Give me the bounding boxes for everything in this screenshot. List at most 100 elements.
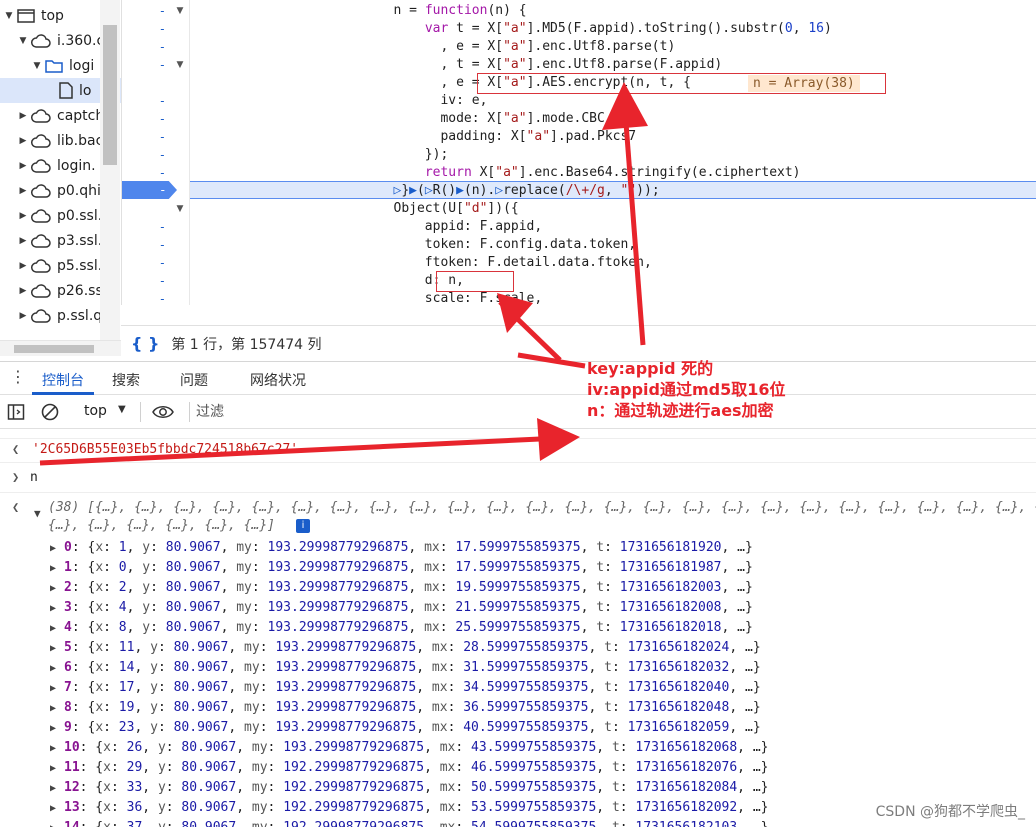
expand-arrow-icon[interactable]: ▶ <box>50 803 56 814</box>
array-item-row[interactable]: ▶ 2: {x: 2, y: 80.9067, my: 193.299987792… <box>0 580 1036 598</box>
punct: : <box>157 720 174 735</box>
tab-issues[interactable]: 问题 <box>180 370 208 390</box>
line-marker[interactable]: - <box>122 146 192 164</box>
line-marker[interactable]: - <box>122 290 192 305</box>
input-expression[interactable]: n <box>30 470 38 485</box>
info-icon[interactable]: i <box>296 519 310 533</box>
collapsed-arrow-icon[interactable]: ▶ <box>18 286 28 296</box>
expand-arrow-icon[interactable]: ▶ <box>50 783 56 794</box>
array-item-row[interactable]: ▶ 0: {x: 1, y: 80.9067, my: 193.299987792… <box>0 540 1036 558</box>
line-marker[interactable]: - <box>122 254 192 272</box>
pretty-print-icon[interactable]: { } <box>131 334 159 353</box>
array-item-row[interactable]: ▶ 8: {x: 19, y: 80.9067, my: 193.29998779… <box>0 700 1036 718</box>
collapsed-arrow-icon[interactable]: ▶ <box>18 186 28 196</box>
line-marker[interactable]: - <box>122 218 192 236</box>
result-string[interactable]: '2C65D6B55E03Eb5fbbdc724518b67c27' <box>32 442 298 457</box>
expand-arrow-icon[interactable]: ▼ <box>4 11 14 21</box>
live-expression-eye-icon[interactable] <box>152 404 174 424</box>
code-line: d: n, <box>190 273 464 288</box>
expand-arrow-icon[interactable]: ▼ <box>32 61 42 71</box>
expand-arrow-icon[interactable]: ▶ <box>50 643 56 654</box>
collapsed-arrow-icon[interactable]: ▶ <box>18 211 28 221</box>
prop-name: x <box>103 800 111 815</box>
expand-arrow-icon[interactable]: ▶ <box>50 763 56 774</box>
punct: , <box>220 600 237 615</box>
current-line-marker[interactable]: - <box>122 181 177 199</box>
expand-arrow-icon[interactable]: ▶ <box>50 603 56 614</box>
line-marker[interactable]: - <box>122 110 192 128</box>
line-marker[interactable]: - <box>122 164 192 182</box>
clear-console-icon[interactable] <box>41 403 59 425</box>
expand-arrow-icon[interactable]: ▶ <box>50 823 56 827</box>
expand-arrow-icon[interactable]: ▶ <box>50 583 56 594</box>
prop-name: y <box>157 760 166 775</box>
array-item-row[interactable]: ▶ 9: {x: 23, y: 80.9067, my: 193.29998779… <box>0 720 1036 738</box>
array-item-row[interactable]: ▶ 7: {x: 17, y: 80.9067, my: 193.29998779… <box>0 680 1036 698</box>
expand-arrow-icon[interactable]: ▶ <box>50 723 56 734</box>
tree-item-label: p0.qhi <box>57 182 101 199</box>
collapsed-arrow-icon[interactable]: ▶ <box>18 236 28 246</box>
array-summary-row[interactable]: ❮ ▼ (38) [{…}, {…}, {…}, {…}, {…}, {…}, … <box>0 500 1036 520</box>
collapsed-arrow-icon[interactable]: ▶ <box>18 261 28 271</box>
array-item-row[interactable]: ▶ 5: {x: 11, y: 80.9067, my: 193.29998779… <box>0 640 1036 658</box>
tree-item-label: i.360.c <box>57 32 105 49</box>
expand-arrow-icon[interactable]: ▶ <box>50 623 56 634</box>
array-summary: (38) [{…}, {…}, {…}, {…}, {…}, {…}, {…},… <box>48 500 1036 515</box>
expand-arrow-icon[interactable]: ▶ <box>50 663 56 674</box>
code-editor[interactable]: - ▼ - - - ▼ - - - - - - ▼ - - - - - n = … <box>121 0 1036 305</box>
line-marker[interactable]: - <box>122 236 192 254</box>
expand-arrow-icon[interactable]: ▼ <box>18 36 28 46</box>
collapsed-arrow-icon[interactable]: ▶ <box>18 111 28 121</box>
line-marker[interactable]: - <box>122 20 192 38</box>
collapsed-arrow-icon[interactable]: ▶ <box>18 311 28 321</box>
fold-arrow-icon[interactable]: ▼ <box>174 56 186 74</box>
value-mx: 53.5999755859375 <box>471 800 597 815</box>
item-index: 10 <box>64 740 80 755</box>
tab-search[interactable]: 搜索 <box>112 370 140 390</box>
tree-item-label: logi <box>69 57 95 74</box>
tab-network-conditions[interactable]: 网络状况 <box>250 370 306 390</box>
tree-horizontal-scrollbar[interactable] <box>0 340 121 356</box>
punct: , <box>142 740 158 755</box>
array-item-row[interactable]: ▶ 3: {x: 4, y: 80.9067, my: 193.299987792… <box>0 600 1036 618</box>
expand-arrow-icon[interactable]: ▶ <box>50 743 56 754</box>
array-item-row[interactable]: ▶ 11: {x: 29, y: 80.9067, my: 192.2999877… <box>0 760 1036 778</box>
array-item-row[interactable]: ▶ 12: {x: 33, y: 80.9067, my: 192.2999877… <box>0 780 1036 798</box>
more-menu-icon[interactable]: ⋮ <box>10 369 26 385</box>
prop-name: my <box>236 560 252 575</box>
array-item-row[interactable]: ▶ 6: {x: 14, y: 80.9067, my: 193.29998779… <box>0 660 1036 678</box>
value-my: 193.29998779296875 <box>275 700 417 715</box>
tree-horizontal-scrollbar-thumb[interactable] <box>14 345 94 353</box>
prop-name: mx <box>431 700 448 715</box>
sidebar-toggle-icon[interactable] <box>7 403 25 425</box>
array-item-row[interactable]: ▶ 4: {x: 8, y: 80.9067, my: 193.299987792… <box>0 620 1036 638</box>
prop-name: y <box>142 580 151 595</box>
line-marker[interactable]: - <box>122 92 192 110</box>
fold-arrow-icon[interactable]: ▼ <box>174 2 186 20</box>
toolbar-divider <box>189 402 190 422</box>
line-marker[interactable]: - <box>122 272 192 290</box>
collapsed-arrow-icon[interactable]: ▶ <box>18 161 28 171</box>
line-marker[interactable]: - <box>122 38 192 56</box>
array-item-row[interactable]: ▶ 1: {x: 0, y: 80.9067, my: 193.299987792… <box>0 560 1036 578</box>
array-item-row[interactable]: ▶ 14: {x: 37, y: 80.9067, my: 192.2999877… <box>0 820 1036 827</box>
line-marker[interactable]: - <box>122 128 192 146</box>
tab-console[interactable]: 控制台 <box>42 370 84 390</box>
tree-scrollbar[interactable] <box>100 0 120 340</box>
expand-arrow-icon[interactable]: ▶ <box>50 703 56 714</box>
array-item-row[interactable]: ▶ 10: {x: 26, y: 80.9067, my: 193.2999877… <box>0 740 1036 758</box>
punct: : <box>103 580 119 595</box>
prop-name: t <box>596 600 605 615</box>
tree-scrollbar-thumb[interactable] <box>103 25 117 165</box>
prop-name: t <box>604 700 612 715</box>
value-my: 193.29998779296875 <box>267 540 409 555</box>
collapsed-arrow-icon[interactable]: ▶ <box>18 136 28 146</box>
expand-arrow-icon[interactable]: ▶ <box>50 543 56 554</box>
array-summary-row[interactable]: {…}, {…}, {…}, {…}, {…}, {…}] i <box>0 518 1036 536</box>
fold-arrow-icon[interactable]: ▼ <box>174 200 186 218</box>
context-selector[interactable]: top <box>84 403 107 419</box>
punct: , <box>408 560 425 575</box>
dropdown-arrow-icon[interactable]: ▼ <box>118 404 126 415</box>
expand-arrow-icon[interactable]: ▶ <box>50 563 56 574</box>
expand-arrow-icon[interactable]: ▶ <box>50 683 56 694</box>
